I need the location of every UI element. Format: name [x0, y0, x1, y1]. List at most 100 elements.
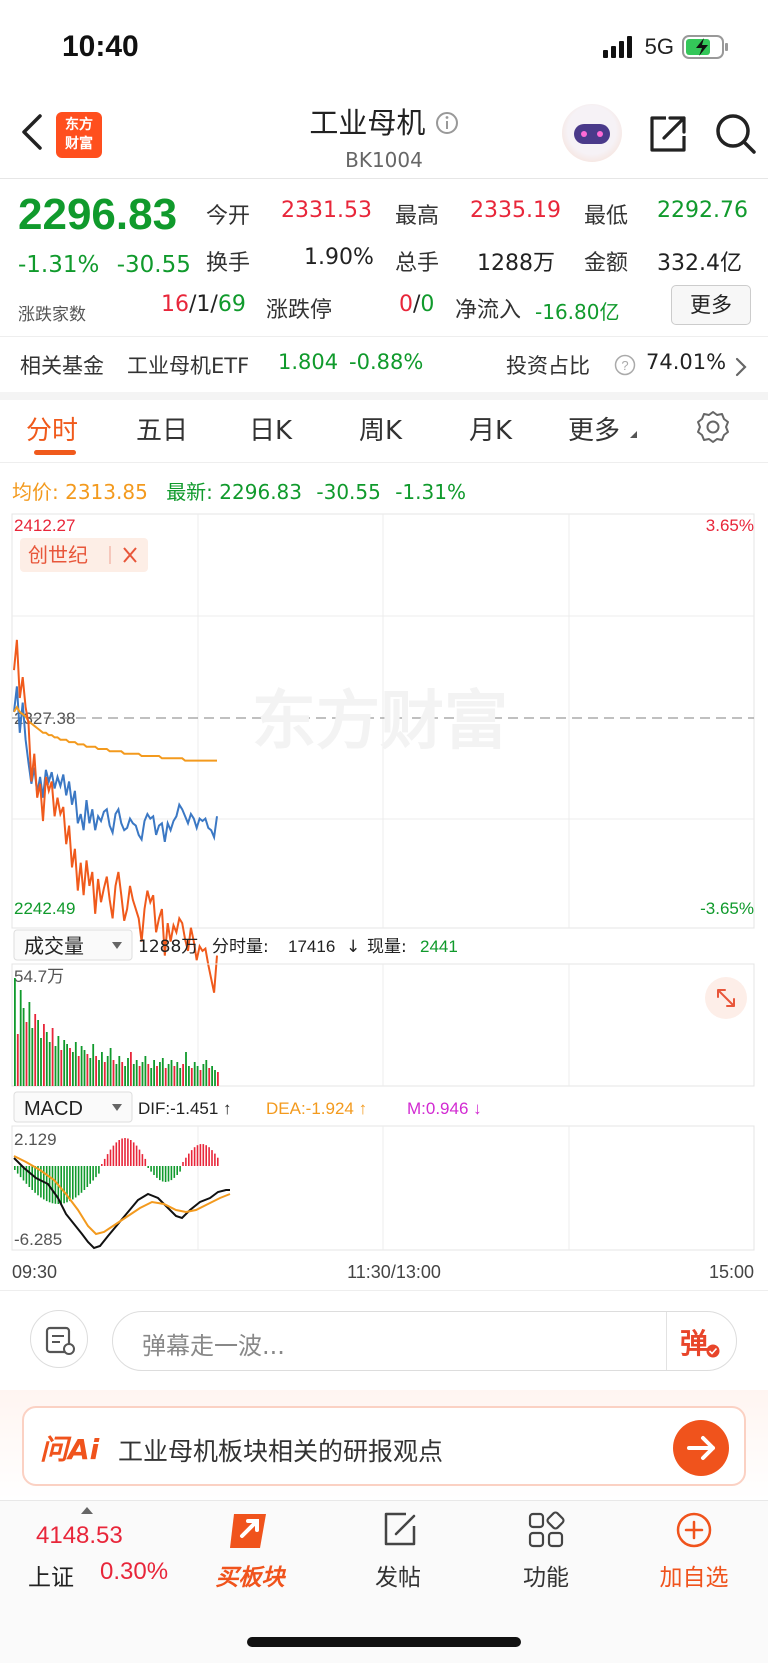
- fund-name[interactable]: 工业母机ETF: [127, 350, 249, 380]
- volume-bar: [109, 1048, 112, 1086]
- macd-bar: [188, 1153, 190, 1166]
- more-button[interactable]: 更多: [671, 285, 751, 325]
- network-label: 5G: [644, 34, 674, 59]
- macd-bar: [86, 1166, 89, 1187]
- low-value: 2292.76: [657, 198, 748, 223]
- settings-icon[interactable]: [696, 410, 730, 444]
- netflow-value: -16.80亿: [535, 300, 620, 324]
- buy-sector-button[interactable]: 买板块: [190, 1558, 310, 1592]
- macd-bar: [92, 1166, 94, 1181]
- index-name[interactable]: 上证: [28, 1558, 74, 1592]
- volume-bar: [141, 1062, 144, 1086]
- macd-bar: [109, 1149, 112, 1166]
- info-icon[interactable]: [435, 111, 459, 135]
- macd-bar: [98, 1166, 100, 1174]
- comment-list-button[interactable]: [30, 1310, 88, 1368]
- tab-monthly-k[interactable]: 月K: [469, 410, 512, 447]
- up-count: 16: [161, 292, 189, 317]
- volume-bar: [176, 1062, 179, 1086]
- minute-volume-label: 分时量:: [212, 937, 269, 957]
- amount-label: 金额: [584, 251, 629, 276]
- macd-bar: [74, 1166, 77, 1198]
- macd-bar: [106, 1154, 109, 1166]
- macd-bar: [214, 1153, 216, 1166]
- macd-bar: [199, 1144, 202, 1166]
- limit-down: 0: [420, 292, 435, 317]
- down-arrow-icon: ↓: [346, 937, 360, 957]
- volume-bar: [34, 1014, 37, 1086]
- macd-dea: DEA:-1.924 ↑: [266, 1099, 367, 1118]
- assistant-robot-icon[interactable]: [562, 104, 622, 162]
- danmaku-send-button[interactable]: 弹: [680, 1322, 708, 1362]
- help-icon[interactable]: ?: [614, 354, 636, 376]
- macd-bar: [77, 1166, 80, 1196]
- volume-bar: [31, 1028, 34, 1086]
- search-icon[interactable]: [712, 110, 760, 158]
- fund-label: 相关基金: [20, 354, 104, 378]
- macd-selector[interactable]: MACD: [24, 1098, 83, 1120]
- macd-bar: [54, 1166, 57, 1204]
- chevron-right-icon[interactable]: [734, 356, 748, 378]
- volume-bar: [37, 1020, 39, 1086]
- fund-change: -0.88%: [349, 350, 424, 374]
- tab-more[interactable]: 更多: [568, 410, 638, 447]
- limit-values: 0/0: [399, 292, 434, 317]
- buy-sector-icon: [230, 1514, 266, 1548]
- volume-total: 1288万: [138, 937, 198, 957]
- volume-bar: [89, 1058, 92, 1086]
- macd-bar: [124, 1138, 126, 1166]
- amount-value: 332.4亿: [657, 251, 742, 276]
- volume-selector[interactable]: 成交量: [24, 934, 84, 958]
- tab-intraday[interactable]: 分时: [26, 410, 78, 447]
- volume-max-label: 54.7万: [14, 967, 64, 986]
- macd-bar: [95, 1166, 97, 1178]
- volume-bar: [60, 1050, 63, 1086]
- down-count: 69: [217, 292, 246, 317]
- change-percent: -1.31%: [18, 252, 100, 278]
- macd-dif: DIF:-1.451 ↑: [138, 1099, 232, 1118]
- macd-bar: [103, 1158, 106, 1166]
- macd-bar: [31, 1166, 33, 1190]
- volume-bar: [193, 1062, 196, 1086]
- volume-bar: [202, 1064, 205, 1086]
- macd-bar: [196, 1145, 199, 1166]
- macd-bar: [28, 1166, 31, 1187]
- change-value: -30.55: [116, 252, 191, 278]
- volume-bar: [54, 1046, 57, 1086]
- macd-bar: [37, 1166, 39, 1196]
- active-tab-indicator: [34, 450, 76, 455]
- stock-tag: 创世纪: [28, 543, 88, 567]
- price-info-line: 均价: 2313.85 最新: 2296.83 -30.55 -1.31%: [12, 476, 466, 505]
- axis-max-pct: 3.65%: [706, 516, 754, 535]
- intraday-chart[interactable]: 东方财富 2412.27 3.65% 2327.38 2242.49 -3.65…: [0, 508, 768, 1288]
- tab-five-day[interactable]: 五日: [136, 410, 188, 447]
- ai-go-button[interactable]: [673, 1420, 729, 1476]
- tab-weekly-k[interactable]: 周K: [359, 410, 402, 447]
- ai-logo: 问Ai: [40, 1433, 100, 1466]
- macd-bar: [205, 1145, 207, 1166]
- macd-bar: [80, 1166, 83, 1193]
- macd-bar: [14, 1166, 16, 1170]
- post-button[interactable]: 发帖: [338, 1558, 458, 1592]
- volume-bar: [48, 1042, 51, 1086]
- volume-bar: [115, 1064, 118, 1086]
- latest-value: 2296.83: [219, 480, 303, 504]
- turnover-value: 1.90%: [304, 245, 374, 270]
- current-price: 2296.83: [18, 190, 178, 239]
- fund-price: 1.804: [278, 350, 339, 374]
- index-value[interactable]: 4148.53: [36, 1522, 123, 1550]
- macd-bar: [156, 1166, 158, 1178]
- function-button[interactable]: 功能: [486, 1558, 606, 1592]
- signal-icon: [602, 36, 632, 58]
- check-badge-icon: [706, 1344, 720, 1358]
- volume-bar: [77, 1056, 80, 1086]
- volume-bar: [83, 1050, 86, 1086]
- macd-bar: [202, 1144, 205, 1166]
- tab-daily-k[interactable]: 日K: [249, 410, 292, 447]
- index-change[interactable]: 0.30%: [100, 1558, 168, 1586]
- add-watchlist-button[interactable]: 加自选: [634, 1558, 754, 1592]
- flat-count: 1: [196, 292, 211, 317]
- macd-bar: [217, 1157, 219, 1166]
- share-icon[interactable]: [646, 112, 690, 156]
- volume-bar: [167, 1064, 170, 1086]
